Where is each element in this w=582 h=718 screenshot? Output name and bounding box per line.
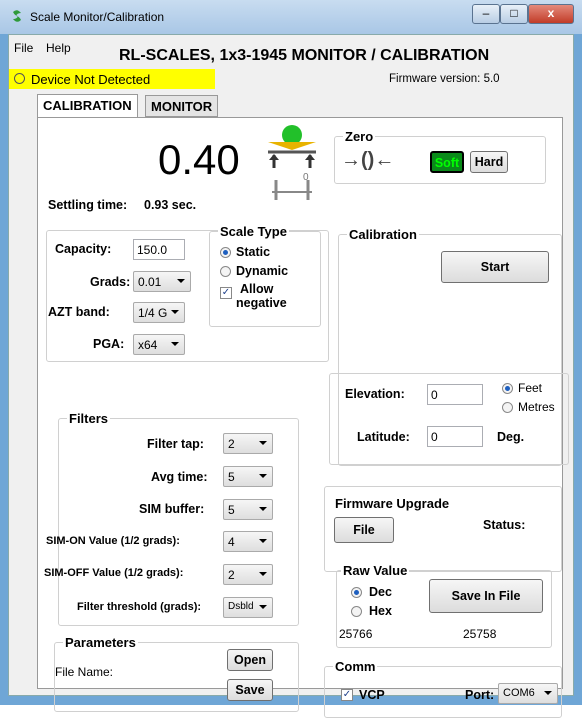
capacity-input[interactable]: 150.0 — [133, 239, 185, 260]
settling-label: Settling time: — [48, 198, 128, 212]
weight-reading: 0.40 — [158, 136, 240, 183]
save-params-button[interactable]: Save — [227, 679, 273, 701]
tab-monitor[interactable]: MONITOR — [145, 95, 219, 117]
open-button[interactable]: Open — [227, 649, 273, 671]
parameters-group: Parameters File Name: Open Save — [54, 635, 299, 712]
dec-radio[interactable] — [351, 587, 362, 598]
calibration-panel: 0.40 0 Settling time: 0.93 sec. Zero →()… — [37, 117, 569, 718]
dynamic-radio[interactable] — [220, 266, 231, 277]
grads-label: Grads: — [90, 275, 131, 289]
calibration-title: Calibration — [347, 227, 419, 242]
device-status-text: Device Not Detected — [31, 72, 151, 87]
vcp-label: VCP — [359, 688, 385, 702]
firmware-upgrade-group: Firmware Upgrade File Status: — [324, 486, 562, 572]
menu-help[interactable]: Help — [46, 41, 71, 55]
calibration-start-button[interactable]: Start — [441, 251, 549, 283]
raw-value-group: Raw Value Dec Hex Save In File 25766 257… — [336, 563, 552, 648]
azt-band-label: AZT band: — [48, 305, 110, 319]
raw-value-1: 25766 — [339, 627, 373, 641]
client-area: File Help RL-SCALES, 1x3-1945 MONITOR / … — [8, 34, 574, 718]
scale-type-title: Scale Type — [218, 224, 289, 239]
allow-negative-checkbox[interactable]: ✓ — [220, 287, 232, 299]
scale-settings-group: Capacity: 150.0 Grads: 0.01 AZT band: 1/… — [46, 224, 329, 362]
feet-radio[interactable] — [502, 383, 513, 394]
avg-time-label: Avg time: — [151, 470, 208, 484]
filters-group: Filters Filter tap: 2 Avg time: 5 SIM bu… — [44, 411, 299, 626]
vcp-checkbox[interactable]: ✓ — [341, 689, 353, 701]
raw-value-2: 25758 — [463, 627, 497, 641]
port-select[interactable]: COM6 — [498, 683, 558, 704]
file-name-label: File Name: — [55, 665, 114, 679]
sim-on-select[interactable]: 4 — [223, 531, 273, 552]
hard-zero-button[interactable]: Hard — [470, 151, 508, 173]
static-radio[interactable] — [220, 247, 231, 258]
firmware-version: Firmware version: 5.0 — [389, 73, 500, 85]
hex-label: Hex — [369, 604, 392, 618]
filter-tap-label: Filter tap: — [147, 437, 204, 451]
deg-label: Deg. — [497, 430, 525, 444]
dynamic-label: Dynamic — [236, 264, 289, 278]
scale-type-group: Scale Type Static Dynamic ✓ Allow negati… — [209, 224, 321, 327]
latitude-input[interactable]: 0 — [427, 426, 483, 447]
settling-value: 0.93 sec. — [144, 198, 197, 212]
azt-band-select[interactable]: 1/4 G — [133, 302, 185, 323]
window-frame: Scale Monitor/Calibration – □ x File Hel… — [0, 0, 582, 718]
soft-zero-button[interactable]: Soft — [430, 151, 464, 173]
filter-tap-select[interactable]: 2 — [223, 433, 273, 454]
dec-label: Dec — [369, 585, 392, 599]
app-title: RL-SCALES, 1x3-1945 MONITOR / CALIBRATIO… — [119, 47, 490, 64]
scale-status-icon — [268, 125, 316, 200]
feet-label: Feet — [518, 381, 543, 395]
pga-label: PGA: — [93, 337, 125, 351]
save-in-file-button[interactable]: Save In File — [429, 579, 543, 613]
static-label: Static — [236, 245, 271, 259]
negative-label: negative — [236, 296, 287, 310]
sim-buffer-label: SIM buffer: — [139, 502, 205, 516]
comm-title: Comm — [333, 659, 378, 674]
allow-label: Allow — [240, 282, 274, 296]
firmware-status-label: Status: — [483, 518, 526, 532]
app-icon — [13, 10, 21, 22]
menu-file[interactable]: File — [14, 41, 33, 55]
zero-title: Zero — [343, 129, 376, 144]
window-title: Scale Monitor/Calibration — [30, 10, 165, 24]
grads-select[interactable]: 0.01 — [133, 271, 191, 292]
zero-group: Zero →()← Soft Hard — [334, 129, 546, 184]
pga-select[interactable]: x64 — [133, 334, 185, 355]
elevation-input[interactable]: 0 — [427, 384, 483, 405]
elevation-label: Elevation: — [345, 387, 405, 401]
close-button[interactable]: x — [528, 4, 574, 24]
sim-off-select[interactable]: 2 — [223, 564, 273, 585]
metres-radio[interactable] — [502, 402, 513, 413]
filter-threshold-label: Filter threshold (grads): — [77, 601, 202, 613]
minimize-button[interactable]: – — [472, 4, 500, 24]
filter-threshold-select[interactable]: Dsbld — [223, 597, 273, 618]
status-indicator-icon — [14, 73, 25, 84]
device-status-bar: Device Not Detected — [9, 69, 215, 89]
parameters-title: Parameters — [63, 635, 138, 650]
hex-radio[interactable] — [351, 606, 362, 617]
latitude-label: Latitude: — [357, 430, 410, 444]
zero-marker: 0 — [303, 172, 309, 183]
comm-group: Comm ✓ VCP Port: COM6 — [324, 659, 562, 718]
metres-label: Metres — [518, 400, 555, 414]
sim-on-label: SIM-ON Value (1/2 grads): — [46, 535, 180, 547]
zero-arrows-icon: →()← — [341, 149, 395, 171]
calibration-group: Calibration Start Elevation: 0 Feet Metr… — [329, 227, 569, 466]
filters-title: Filters — [67, 411, 111, 426]
sim-off-label: SIM-OFF Value (1/2 grads): — [44, 567, 184, 579]
port-label: Port: — [465, 688, 495, 702]
maximize-button[interactable]: □ — [500, 4, 528, 24]
title-bar[interactable]: Scale Monitor/Calibration – □ x — [0, 0, 582, 34]
capacity-label: Capacity: — [55, 242, 112, 256]
sim-buffer-select[interactable]: 5 — [223, 499, 273, 520]
avg-time-select[interactable]: 5 — [223, 466, 273, 487]
raw-value-title: Raw Value — [341, 563, 410, 578]
firmware-file-button[interactable]: File — [334, 517, 394, 543]
tab-calibration[interactable]: CALIBRATION — [37, 94, 138, 117]
firmware-upgrade-title: Firmware Upgrade — [333, 496, 452, 511]
